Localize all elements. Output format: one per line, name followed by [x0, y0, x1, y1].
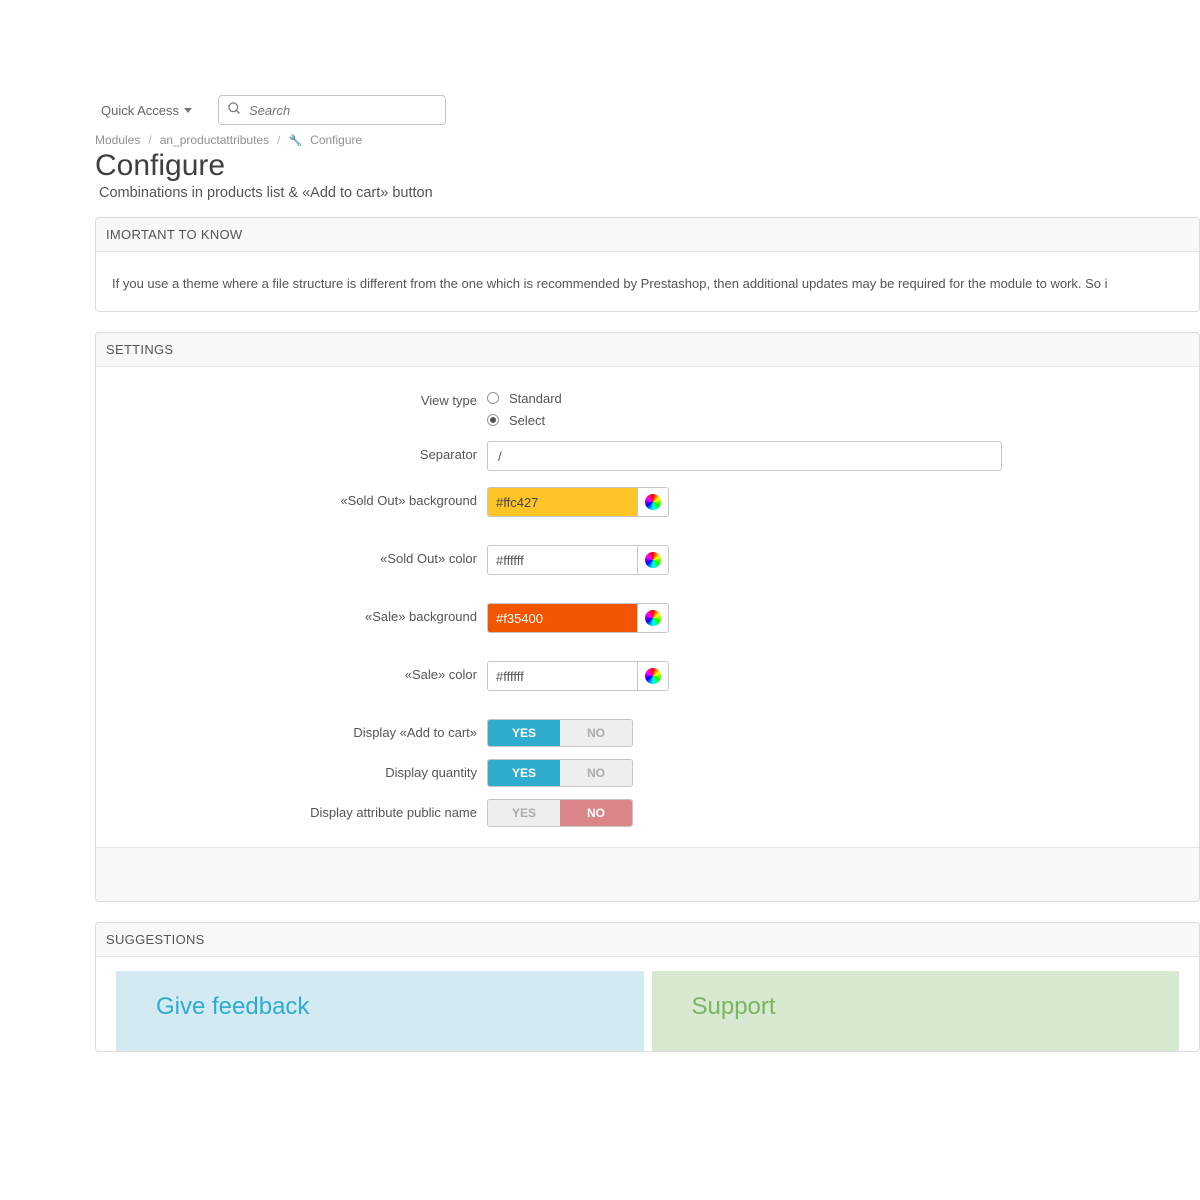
- page-title: Configure: [95, 149, 1200, 183]
- view-type-label: View type: [112, 387, 487, 408]
- toggle-no[interactable]: NO: [560, 720, 632, 746]
- color-wheel-icon: [645, 552, 661, 568]
- sold-out-color-input[interactable]: [487, 545, 637, 575]
- separator-label: Separator: [112, 441, 487, 462]
- display-quantity-toggle[interactable]: YES NO: [487, 759, 633, 787]
- sale-color-input[interactable]: [487, 661, 637, 691]
- display-add-to-cart-label: Display «Add to cart»: [112, 719, 487, 740]
- suggestions-panel: SUGGESTIONS Give feedback Support: [95, 922, 1200, 1052]
- page-subtitle: Combinations in products list & «Add to …: [99, 185, 1200, 201]
- toggle-yes[interactable]: YES: [488, 800, 560, 826]
- color-picker-button[interactable]: [637, 487, 669, 517]
- toggle-yes[interactable]: YES: [488, 720, 560, 746]
- search-input[interactable]: [249, 103, 445, 118]
- display-quantity-label: Display quantity: [112, 759, 487, 780]
- breadcrumb-modules[interactable]: Modules: [95, 133, 140, 147]
- breadcrumb: Modules / an_productattributes / 🔧 Confi…: [95, 133, 1200, 147]
- chevron-down-icon: [184, 108, 192, 113]
- color-wheel-icon: [645, 494, 661, 510]
- color-wheel-icon: [645, 610, 661, 626]
- view-type-select-radio[interactable]: Select: [487, 409, 1183, 431]
- settings-footer: [96, 847, 1199, 901]
- important-heading: IMORTANT TO KNOW: [96, 218, 1199, 252]
- toggle-yes[interactable]: YES: [488, 760, 560, 786]
- give-feedback-card[interactable]: Give feedback: [116, 971, 644, 1051]
- color-picker-button[interactable]: [637, 545, 669, 575]
- search-icon: [219, 101, 249, 120]
- color-picker-button[interactable]: [637, 661, 669, 691]
- sale-bg-label: «Sale» background: [112, 603, 487, 624]
- separator-input[interactable]: [487, 441, 1002, 471]
- settings-heading: SETTINGS: [96, 333, 1199, 367]
- view-type-standard-radio[interactable]: Standard: [487, 387, 1183, 409]
- sale-color-label: «Sale» color: [112, 661, 487, 682]
- suggestions-heading: SUGGESTIONS: [96, 923, 1199, 957]
- search-box[interactable]: [218, 95, 446, 125]
- breadcrumb-module-name[interactable]: an_productattributes: [160, 133, 269, 147]
- sold-out-color-label: «Sold Out» color: [112, 545, 487, 566]
- color-picker-button[interactable]: [637, 603, 669, 633]
- color-wheel-icon: [645, 668, 661, 684]
- settings-panel: SETTINGS View type Standard Select Separ…: [95, 332, 1200, 902]
- important-panel: IMORTANT TO KNOW If you use a theme wher…: [95, 217, 1200, 312]
- display-attribute-name-label: Display attribute public name: [112, 799, 487, 820]
- give-feedback-title: Give feedback: [156, 993, 604, 1021]
- wrench-icon: 🔧: [288, 134, 302, 147]
- toggle-no[interactable]: NO: [560, 760, 632, 786]
- sold-out-bg-input[interactable]: [487, 487, 637, 517]
- support-card[interactable]: Support: [652, 971, 1180, 1051]
- quick-access-dropdown[interactable]: Quick Access: [95, 99, 198, 122]
- toggle-no[interactable]: NO: [560, 800, 632, 826]
- important-text: If you use a theme where a file structur…: [112, 266, 1183, 297]
- display-attribute-name-toggle[interactable]: YES NO: [487, 799, 633, 827]
- display-add-to-cart-toggle[interactable]: YES NO: [487, 719, 633, 747]
- radio-icon: [487, 392, 499, 404]
- sold-out-bg-label: «Sold Out» background: [112, 487, 487, 508]
- support-title: Support: [692, 993, 1140, 1021]
- radio-icon: [487, 414, 499, 426]
- breadcrumb-configure: Configure: [310, 133, 362, 147]
- quick-access-label: Quick Access: [101, 103, 179, 118]
- sale-bg-input[interactable]: [487, 603, 637, 633]
